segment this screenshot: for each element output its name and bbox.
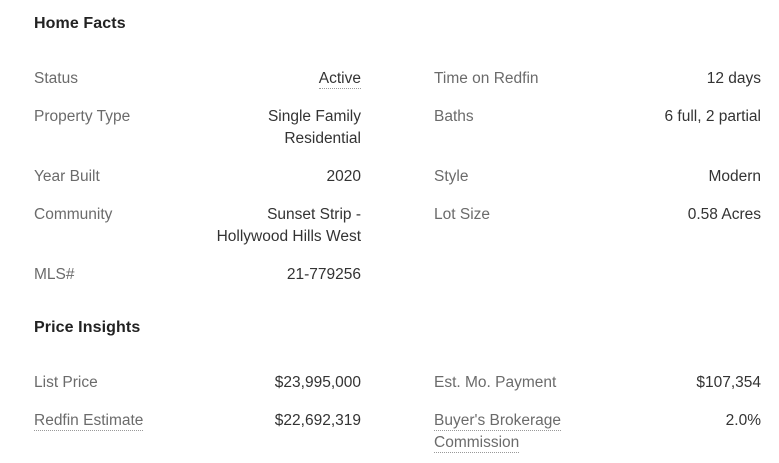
status-link[interactable]: Active (318, 70, 361, 89)
est-mo-payment-value: $107,354 (696, 374, 761, 391)
list-price-value: $23,995,000 (274, 374, 361, 391)
community-label: Community (34, 206, 113, 223)
buyers-brokerage-link-line2[interactable]: Commission (434, 434, 520, 453)
year-built-value: 2020 (326, 168, 361, 185)
est-mo-payment-label: Est. Mo. Payment (434, 374, 557, 391)
status-label: Status (34, 70, 78, 87)
baths-value: 6 full, 2 partial (664, 108, 762, 125)
style-label: Style (434, 168, 469, 185)
property-type-label: Property Type (34, 108, 131, 125)
property-type-value: Single Family Residential (268, 106, 361, 150)
redfin-estimate-value: $22,692,319 (274, 412, 361, 429)
buyers-brokerage-commission-value: 2.0% (725, 412, 761, 429)
lot-size-value: 0.58 Acres (687, 206, 761, 223)
time-on-redfin-label: Time on Redfin (434, 70, 539, 87)
mls-value: 21-779256 (286, 266, 361, 283)
property-type-line1: Single Family (267, 108, 361, 125)
baths-label: Baths (434, 108, 474, 125)
home-facts-title: Home Facts (34, 15, 126, 32)
redfin-estimate-link[interactable]: Redfin Estimate (34, 412, 144, 431)
property-type-line2: Residential (284, 130, 361, 147)
year-built-label: Year Built (34, 168, 100, 185)
status-value[interactable]: Active (318, 68, 361, 90)
buyers-brokerage-commission-label[interactable]: Buyer's Brokerage Commission (434, 410, 562, 454)
community-value: Sunset Strip - Hollywood Hills West (217, 204, 361, 248)
lot-size-label: Lot Size (434, 206, 491, 223)
price-insights-title: Price Insights (34, 319, 141, 336)
mls-label: MLS# (34, 266, 75, 283)
style-value: Modern (708, 168, 761, 185)
redfin-estimate-label[interactable]: Redfin Estimate (34, 410, 144, 432)
community-line1: Sunset Strip - (267, 206, 361, 223)
list-price-label: List Price (34, 374, 98, 391)
community-line2: Hollywood Hills West (216, 228, 361, 245)
time-on-redfin-value: 12 days (706, 70, 761, 87)
buyers-brokerage-link-line1[interactable]: Buyer's Brokerage (434, 412, 562, 431)
